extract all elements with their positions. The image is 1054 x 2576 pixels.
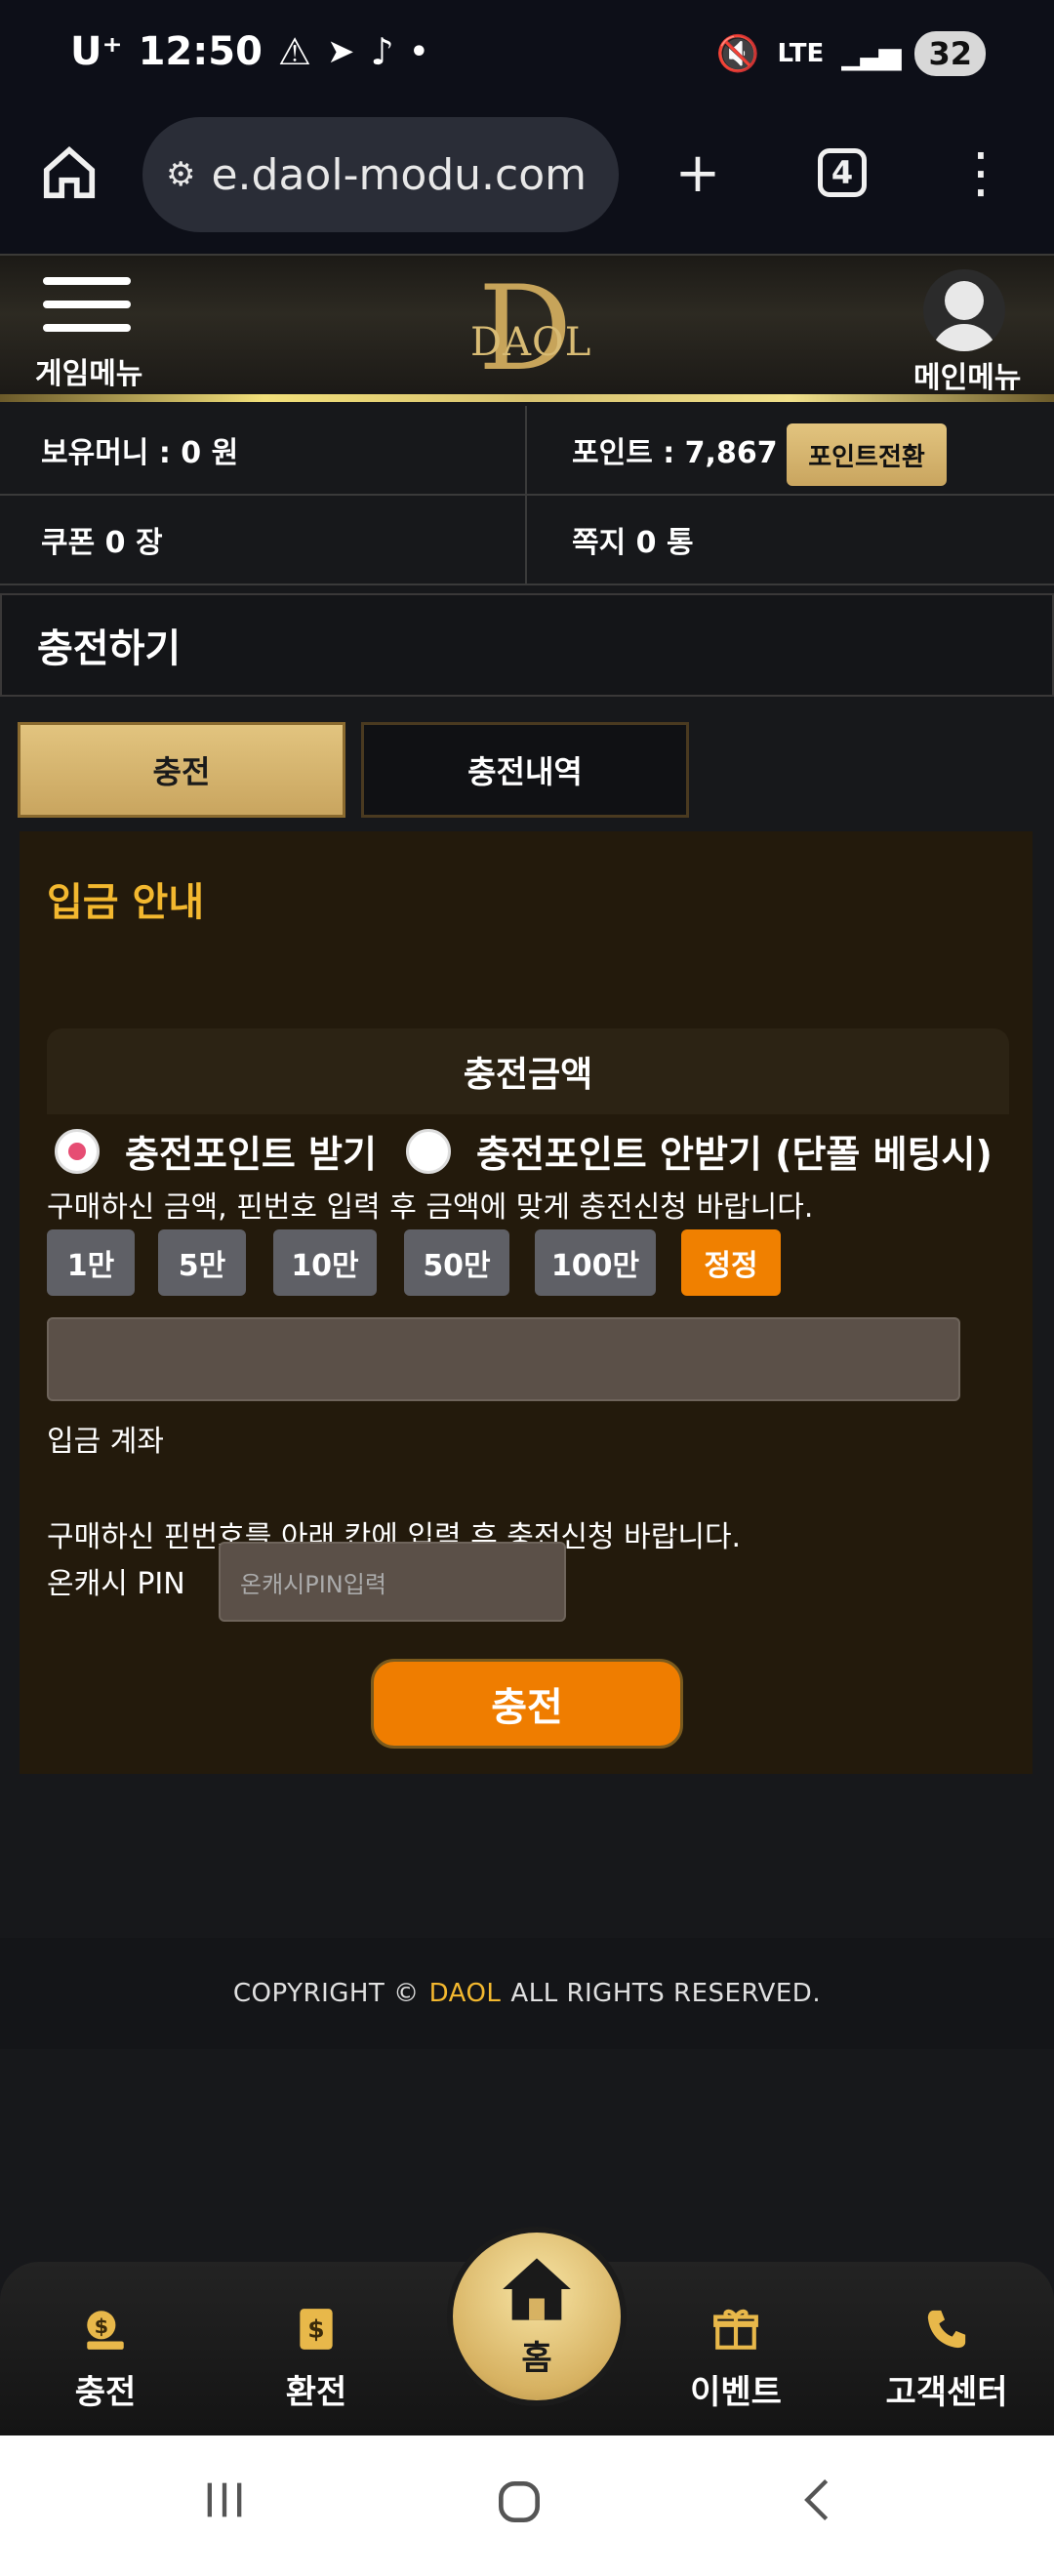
network-label: LTE: [777, 39, 825, 68]
house-icon: [500, 2255, 574, 2327]
status-right: 🔇 LTE ▁▃▅ 32: [716, 31, 986, 76]
amount-hint: 구매하신 금액, 핀번호 입력 후 금액에 맞게 충전신청 바랍니다.: [47, 1190, 814, 1225]
radio-no-points-label: 충전포인트 안받기 (단폴 베팅시): [475, 1133, 993, 1176]
amount-reset-button[interactable]: 정정: [681, 1229, 781, 1296]
clock: 12:50: [138, 29, 263, 74]
copyright-suffix: ALL RIGHTS RESERVED.: [510, 1979, 822, 2008]
amount-header: 충전금액: [47, 1028, 1009, 1114]
mute-icon: 🔇: [715, 34, 760, 74]
nav-charge-label: 충전: [74, 2373, 137, 2412]
system-nav-bar: [0, 2435, 1054, 2576]
points-text: 포인트 : 7,867 P: [572, 436, 810, 470]
signal-icon: ▁▃▅: [841, 36, 901, 71]
radio-no-points[interactable]: [405, 1128, 451, 1174]
point-convert-button[interactable]: 포인트전환: [787, 423, 947, 486]
coupon-text: 쿠폰 0 장: [41, 526, 163, 560]
amount-button-50k[interactable]: 5만: [158, 1229, 246, 1296]
radio-receive-label: 충전포인트 받기: [125, 1133, 377, 1176]
nav-support-label: 고객센터: [885, 2373, 1008, 2412]
user-avatar-icon[interactable]: [923, 269, 1005, 351]
site-logo[interactable]: D DAOL: [466, 262, 592, 397]
tab-charge[interactable]: 충전: [18, 722, 345, 818]
battery-badge: 32: [914, 31, 986, 76]
status-bar: U⁺ 12:50 ⚠ ➤ ♪ • 🔇 LTE ▁▃▅ 32: [0, 0, 1054, 115]
coupon-cell: 쿠폰 0 장: [0, 496, 525, 585]
warning-icon: ⚠: [277, 30, 311, 73]
footer: COPYRIGHT © DAOL ALL RIGHTS RESERVED.: [0, 1938, 1054, 2049]
recent-apps-icon[interactable]: [199, 2475, 250, 2539]
deposit-account-label: 입금 계좌: [47, 1425, 164, 1459]
url-bar[interactable]: ⚙ e.daol-modu.com: [142, 117, 619, 232]
game-menu-label: 게임메뉴: [35, 357, 143, 391]
browser-toolbar: ⚙ e.daol-modu.com + 4 ⋮: [0, 115, 1054, 254]
nav-event-label: 이벤트: [690, 2373, 782, 2412]
main-menu-label: 메인메뉴: [913, 361, 1022, 395]
logo-text: DAOL: [470, 320, 592, 365]
money-cell: 보유머니 : 0 원: [0, 406, 525, 496]
amount-button-500k[interactable]: 50만: [404, 1229, 509, 1296]
page-title: 충전하기: [0, 593, 1054, 697]
copyright-prefix: COPYRIGHT ©: [232, 1979, 420, 2008]
copyright-brand: DAOL: [428, 1979, 502, 2008]
new-tab-icon[interactable]: +: [664, 139, 732, 207]
site-settings-icon[interactable]: ⚙: [166, 155, 195, 194]
money-text: 보유머니 : 0 원: [41, 436, 239, 470]
amount-button-10k[interactable]: 1만: [47, 1229, 135, 1296]
amount-button-100k[interactable]: 10만: [273, 1229, 377, 1296]
nav-event[interactable]: 이벤트: [648, 2303, 824, 2413]
tiktok-icon: ♪: [370, 30, 394, 73]
pin-label: 온캐시 PIN: [47, 1567, 185, 1601]
bonus-radio-group: 충전포인트 받기 충전포인트 안받기 (단폴 베팅시): [55, 1124, 993, 1178]
hamburger-icon: [43, 277, 131, 285]
carrier-label: U⁺: [70, 29, 123, 74]
tab-charge-history[interactable]: 충전내역: [361, 722, 689, 818]
radio-receive-points[interactable]: [55, 1128, 100, 1174]
deposit-account-field[interactable]: [47, 1317, 960, 1401]
amount-button-1m[interactable]: 100만: [535, 1229, 656, 1296]
more-menu-icon[interactable]: ⋮: [947, 139, 1015, 207]
nav-charge[interactable]: $ 충전: [18, 2303, 193, 2413]
gift-icon: [711, 2303, 760, 2355]
telegram-icon: ➤: [327, 32, 355, 71]
game-menu-button[interactable]: [43, 277, 131, 347]
system-home-icon[interactable]: [492, 2475, 547, 2543]
header-divider: [0, 394, 1054, 402]
home-icon[interactable]: [35, 139, 103, 207]
coins-icon: $: [81, 2303, 130, 2355]
url-text: e.daol-modu.com: [211, 149, 588, 200]
messages-cell[interactable]: 쪽지 0 통: [527, 496, 1054, 585]
back-icon[interactable]: [792, 2475, 843, 2539]
nav-home[interactable]: 홈: [447, 2227, 627, 2406]
pin-placeholder: 온캐시PIN입력: [240, 1570, 386, 1598]
site-header: 게임메뉴 D DAOL 메인메뉴: [0, 254, 1054, 402]
svg-text:$: $: [307, 2314, 324, 2343]
nav-home-label: 홈: [521, 2338, 552, 2378]
tabs-button[interactable]: 4: [808, 139, 876, 207]
money-bill-icon: $: [292, 2303, 341, 2355]
nav-support[interactable]: 고객센터: [859, 2303, 1034, 2413]
tab-count: 4: [818, 148, 867, 197]
nav-exchange[interactable]: $ 환전: [228, 2303, 404, 2413]
phone-icon: [924, 2303, 969, 2355]
nav-exchange-label: 환전: [285, 2373, 347, 2412]
deposit-panel: 입금 안내 충전금액 충전포인트 받기 충전포인트 안받기 (단폴 베팅시) 구…: [20, 831, 1033, 1774]
messages-text: 쪽지 0 통: [572, 526, 694, 560]
deposit-notice-title: 입금 안내: [47, 880, 205, 925]
dot-icon: •: [409, 34, 428, 69]
pin-input[interactable]: 온캐시PIN입력: [219, 1542, 566, 1622]
svg-text:$: $: [95, 2314, 109, 2338]
status-left: U⁺ 12:50 ⚠ ➤ ♪ •: [70, 29, 428, 74]
charge-submit-button[interactable]: 충전: [371, 1659, 683, 1749]
